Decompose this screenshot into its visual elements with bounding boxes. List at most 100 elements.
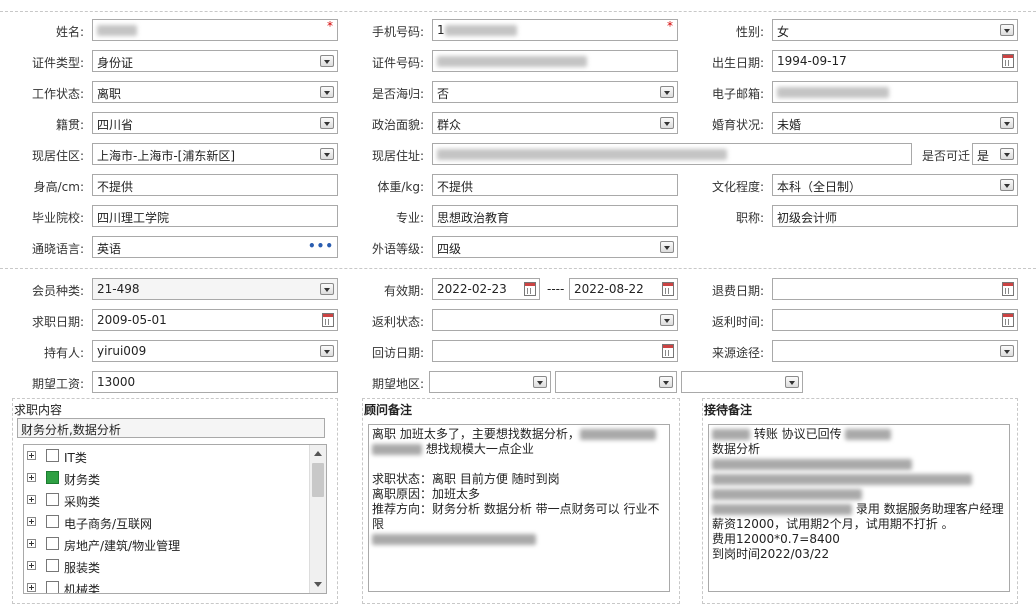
expected-area-district-select[interactable] xyxy=(681,371,803,393)
current-address-field[interactable] xyxy=(432,143,912,165)
education-select[interactable]: 本科（全日制） xyxy=(772,174,1018,196)
tree-item-machinery[interactable]: 机械类 xyxy=(24,577,304,593)
chevron-down-icon[interactable] xyxy=(320,86,334,98)
chevron-down-icon[interactable] xyxy=(320,55,334,67)
chevron-down-icon[interactable] xyxy=(320,345,334,357)
job-category-tree[interactable]: IT类 财务类 采购类 电子商务/互联网 房地产/建筑/物业管理 服装类 机械类 xyxy=(23,444,327,594)
title-field[interactable]: 初级会计师 xyxy=(772,205,1018,227)
relocate-select[interactable]: 是 xyxy=(972,143,1018,165)
political-select[interactable]: 群众 xyxy=(432,112,678,134)
tree-item-finance[interactable]: 财务类 xyxy=(24,467,304,489)
calendar-icon[interactable] xyxy=(662,282,674,296)
chevron-down-icon[interactable] xyxy=(1000,345,1014,357)
more-icon[interactable]: ••• xyxy=(308,239,334,253)
expand-icon[interactable] xyxy=(27,495,36,504)
expand-icon[interactable] xyxy=(27,517,36,526)
id-number-field[interactable] xyxy=(432,50,678,72)
refund-date-field[interactable] xyxy=(772,278,1018,300)
birth-date-field[interactable]: 1994-09-17 xyxy=(772,50,1018,72)
chevron-down-icon[interactable] xyxy=(660,86,674,98)
tree-item-realestate[interactable]: 房地产/建筑/物业管理 xyxy=(24,533,304,555)
email-field[interactable] xyxy=(772,81,1018,103)
checkbox-checked[interactable] xyxy=(46,471,59,484)
expected-area-city-select[interactable] xyxy=(555,371,677,393)
expand-icon[interactable] xyxy=(27,561,36,570)
work-status-select[interactable]: 离职 xyxy=(92,81,338,103)
tree-item-purchase[interactable]: 采购类 xyxy=(24,489,304,511)
note-line: 求职状态：离职 目前方便 随时到岗 xyxy=(372,472,560,486)
expand-icon[interactable] xyxy=(27,583,36,592)
scroll-down-icon[interactable] xyxy=(314,582,322,587)
chevron-down-icon[interactable] xyxy=(1000,24,1014,36)
validity-to-field[interactable]: 2022-08-22 xyxy=(569,278,678,300)
rebate-time-field[interactable] xyxy=(772,309,1018,331)
chevron-down-icon[interactable] xyxy=(1000,117,1014,129)
note-redacted xyxy=(712,474,972,485)
scroll-thumb[interactable] xyxy=(312,463,324,497)
member-type-select[interactable]: 21-498 xyxy=(92,278,338,300)
native-place-select[interactable]: 四川省 xyxy=(92,112,338,134)
phone-field[interactable]: 1 * xyxy=(432,19,678,41)
chevron-down-icon[interactable] xyxy=(659,376,673,388)
language-field[interactable]: 英语 ••• xyxy=(92,236,338,258)
rebate-status-select[interactable] xyxy=(432,309,678,331)
holder-label: 持有人: xyxy=(43,346,84,360)
major-field[interactable]: 思想政治教育 xyxy=(432,205,678,227)
expand-icon[interactable] xyxy=(27,539,36,548)
checkbox[interactable] xyxy=(46,559,59,572)
chevron-down-icon[interactable] xyxy=(660,117,674,129)
school-label: 毕业院校: xyxy=(31,211,84,225)
checkbox[interactable] xyxy=(46,581,59,593)
chevron-down-icon[interactable] xyxy=(320,283,334,295)
calendar-icon[interactable] xyxy=(524,282,536,296)
chevron-down-icon[interactable] xyxy=(320,148,334,160)
holder-select[interactable]: yirui009 xyxy=(92,340,338,362)
chevron-down-icon[interactable] xyxy=(533,376,547,388)
checkbox[interactable] xyxy=(46,515,59,528)
consultant-note-textarea[interactable]: 离职 加班太多了，主要想找数据分析， 想找规模大一点企业 求职状态：离职 目前方… xyxy=(368,424,670,592)
reception-note-textarea[interactable]: 转账 协议已回传 数据分析 录用 数据服务助理客户经理 薪资12000，试用期2… xyxy=(708,424,1010,592)
height-field[interactable]: 不提供 xyxy=(92,174,338,196)
tree-scrollbar[interactable] xyxy=(309,445,326,593)
chevron-down-icon[interactable] xyxy=(1000,148,1014,160)
scroll-up-icon[interactable] xyxy=(314,451,322,456)
returnee-select[interactable]: 否 xyxy=(432,81,678,103)
expand-icon[interactable] xyxy=(27,451,36,460)
chevron-down-icon[interactable] xyxy=(660,241,674,253)
chevron-down-icon[interactable] xyxy=(660,314,674,326)
calendar-icon[interactable] xyxy=(1002,313,1014,327)
current-area-select[interactable]: 上海市-上海市-[浦东新区] xyxy=(92,143,338,165)
chevron-down-icon[interactable] xyxy=(320,117,334,129)
salary-field[interactable]: 13000 xyxy=(92,371,338,393)
source-select[interactable] xyxy=(772,340,1018,362)
validity-from-field[interactable]: 2022-02-23 xyxy=(432,278,540,300)
tree-item-apparel[interactable]: 服装类 xyxy=(24,555,304,577)
checkbox[interactable] xyxy=(46,493,59,506)
foreign-level-select[interactable]: 四级 xyxy=(432,236,678,258)
job-date-field[interactable]: 2009-05-01 xyxy=(92,309,338,331)
id-type-label: 证件类型: xyxy=(31,56,84,70)
calendar-icon[interactable] xyxy=(1002,282,1014,296)
gender-select[interactable]: 女 xyxy=(772,19,1018,41)
checkbox[interactable] xyxy=(46,537,59,550)
marital-select[interactable]: 未婚 xyxy=(772,112,1018,134)
weight-field[interactable]: 不提供 xyxy=(432,174,678,196)
chevron-down-icon[interactable] xyxy=(1000,179,1014,191)
expand-icon[interactable] xyxy=(27,473,36,482)
chevron-down-icon[interactable] xyxy=(785,376,799,388)
calendar-icon[interactable] xyxy=(1002,54,1014,68)
expected-area-province-select[interactable] xyxy=(429,371,551,393)
note-line: 录用 数据服务助理客户经理 xyxy=(712,502,1006,517)
checkbox[interactable] xyxy=(46,449,59,462)
calendar-icon[interactable] xyxy=(322,313,334,327)
row-body: 身高/cm: 不提供 体重/kg: 不提供 文化程度: 本科（全日制） xyxy=(0,174,1036,198)
tree-item-it[interactable]: IT类 xyxy=(24,445,304,467)
foreign-level-label: 外语等级: xyxy=(371,242,424,256)
tree-item-ecommerce[interactable]: 电子商务/互联网 xyxy=(24,511,304,533)
birth-date-label: 出生日期: xyxy=(711,56,764,70)
calendar-icon[interactable] xyxy=(662,344,674,358)
id-type-select[interactable]: 身份证 xyxy=(92,50,338,72)
visit-date-field[interactable] xyxy=(432,340,678,362)
name-field[interactable]: * xyxy=(92,19,338,41)
school-field[interactable]: 四川理工学院 xyxy=(92,205,338,227)
